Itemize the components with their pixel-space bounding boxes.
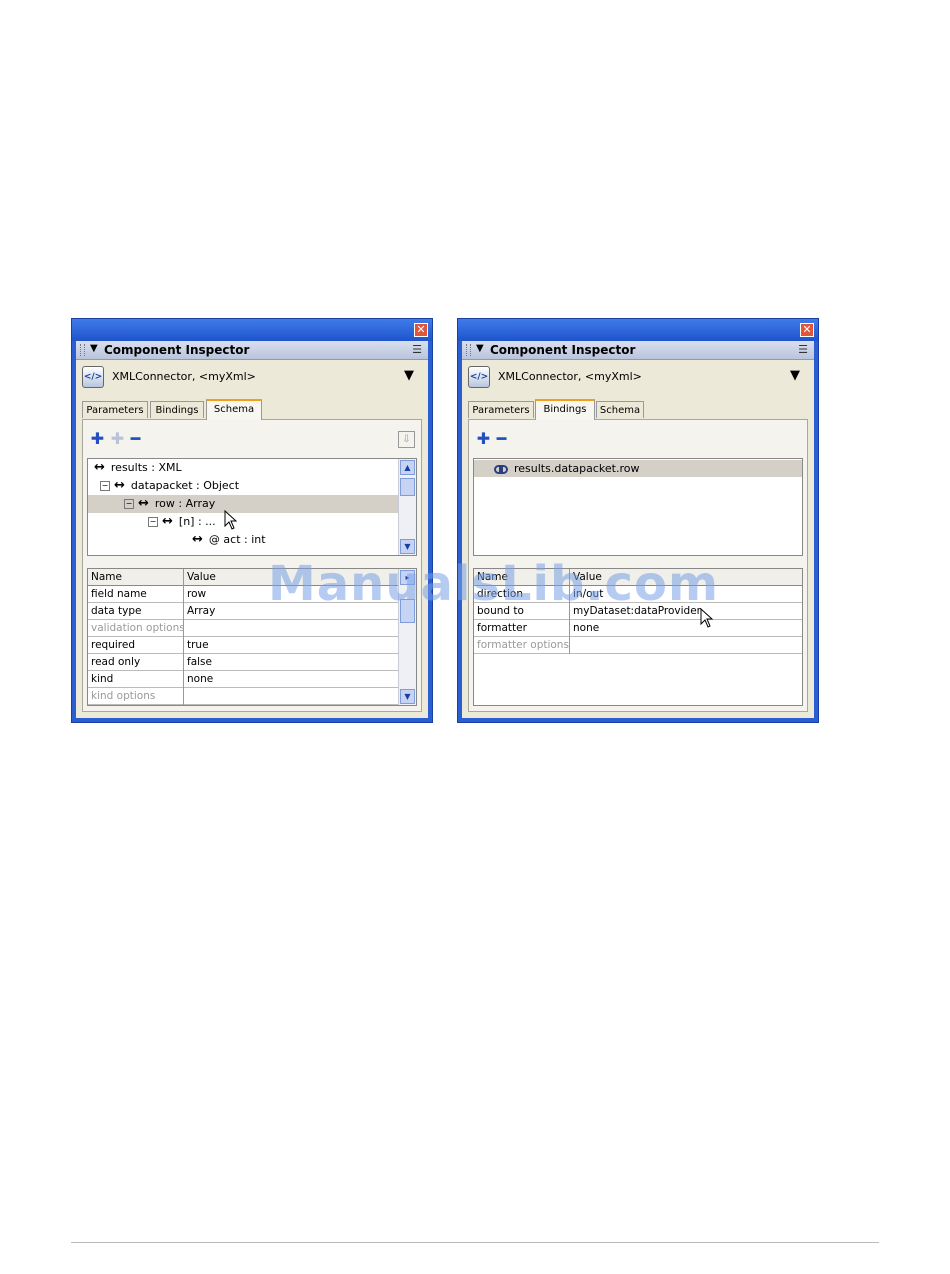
row-name: required: [88, 637, 184, 654]
bindings-list: results.datapacket.row: [473, 458, 803, 556]
xml-connector-icon: </>: [468, 366, 490, 388]
component-row: </> XMLConnector, <myXml> ▼: [76, 360, 428, 394]
tab-parameters[interactable]: Parameters: [468, 401, 534, 418]
tree-item-label: @ act : int: [208, 533, 266, 546]
tab-parameters[interactable]: Parameters: [82, 401, 148, 418]
table-row[interactable]: read only false: [88, 654, 399, 671]
remove-field-button[interactable]: ━: [127, 431, 144, 448]
tree-scrollbar[interactable]: ▲ ▼: [398, 459, 416, 555]
close-icon[interactable]: ✕: [800, 323, 814, 337]
binding-link-icon: [494, 464, 508, 474]
add-child-field-button[interactable]: ✚: [109, 431, 126, 448]
row-value[interactable]: [184, 688, 399, 705]
tab-bindings[interactable]: Bindings: [150, 401, 204, 418]
window-titlebar[interactable]: ✕: [458, 319, 818, 341]
row-name: data type: [88, 603, 184, 620]
row-value[interactable]: [184, 620, 399, 637]
panel-options-menu-icon[interactable]: ☰: [798, 343, 808, 356]
scroll-up-icon[interactable]: ▲: [400, 460, 415, 475]
collapse-node-icon[interactable]: −: [148, 517, 158, 527]
panel-options-menu-icon[interactable]: ☰: [412, 343, 422, 356]
tree-item-label: row : Array: [154, 497, 216, 510]
row-value[interactable]: true: [184, 637, 399, 654]
grip-handle-icon[interactable]: [466, 344, 471, 356]
collapse-arrow-icon[interactable]: ▼: [476, 343, 484, 354]
row-name: formatter options: [474, 637, 570, 654]
table-row[interactable]: validation options: [88, 620, 399, 637]
tab-schema[interactable]: Schema: [206, 399, 262, 420]
close-icon[interactable]: ✕: [414, 323, 428, 337]
collapse-node-icon[interactable]: −: [124, 499, 134, 509]
column-header-name[interactable]: Name: [88, 569, 184, 586]
schema-tree: ↔ results : XML − ↔ datapacket : Object − ↔ r…: [87, 458, 417, 556]
window-titlebar[interactable]: ✕: [72, 319, 432, 341]
add-field-button[interactable]: ✚: [89, 431, 106, 448]
import-schema-icon[interactable]: ⇩: [398, 431, 415, 448]
footer-divider: [71, 1242, 879, 1243]
row-value[interactable]: none: [570, 620, 802, 637]
component-inspector-panel: ▼ Component Inspector ☰ </> XMLConnector…: [462, 341, 814, 718]
panel-header[interactable]: ▼ Component Inspector ☰: [76, 341, 428, 360]
xml-connector-icon: </>: [82, 366, 104, 388]
tree-item[interactable]: − ↔ [n] : ...: [148, 513, 216, 531]
tree-item[interactable]: ↔ @ act : int: [192, 531, 266, 549]
component-inspector-panel: ▼ Component Inspector ☰ </> XMLConnector…: [76, 341, 428, 718]
row-name: kind options: [88, 688, 184, 705]
collapse-arrow-icon[interactable]: ▼: [90, 343, 98, 354]
row-name: validation options: [88, 620, 184, 637]
tree-item-selected[interactable]: − ↔ row : Array: [88, 495, 398, 513]
grip-handle-icon[interactable]: [80, 344, 85, 356]
component-inspector-window-left: ✕ ▼ Component Inspector ☰ </> XMLConnect…: [71, 318, 433, 723]
row-name: formatter: [474, 620, 570, 637]
component-dropdown-icon[interactable]: ▼: [790, 368, 800, 383]
row-name: read only: [88, 654, 184, 671]
bidirectional-arrow-icon: ↔: [192, 532, 203, 547]
bidirectional-arrow-icon: ↔: [114, 478, 125, 493]
add-binding-button[interactable]: ✚: [475, 431, 492, 448]
tree-item-label: datapacket : Object: [130, 479, 240, 492]
table-row[interactable]: formatter options: [474, 637, 802, 654]
tab-bindings[interactable]: Bindings: [535, 399, 595, 420]
component-dropdown-icon[interactable]: ▼: [404, 368, 414, 383]
remove-binding-button[interactable]: ━: [493, 431, 510, 448]
tree-item-label: [n] : ...: [178, 515, 216, 528]
panel-title: Component Inspector: [104, 343, 250, 357]
bidirectional-arrow-icon: ↔: [94, 460, 105, 475]
bidirectional-arrow-icon: ↔: [162, 514, 173, 529]
watermark: ManualsLib.com: [268, 556, 719, 612]
row-value[interactable]: false: [184, 654, 399, 671]
tree-item[interactable]: − ↔ datapacket : Object: [100, 477, 239, 495]
scroll-down-icon[interactable]: ▼: [400, 539, 415, 554]
tree-item[interactable]: ↔ results : XML: [94, 459, 182, 477]
collapse-node-icon[interactable]: −: [100, 481, 110, 491]
binding-label: results.datapacket.row: [514, 462, 640, 475]
table-row[interactable]: formatter none: [474, 620, 802, 637]
table-row[interactable]: kind none: [88, 671, 399, 688]
scroll-thumb[interactable]: [400, 478, 415, 496]
row-name: kind: [88, 671, 184, 688]
list-item[interactable]: results.datapacket.row: [474, 460, 802, 477]
row-value[interactable]: none: [184, 671, 399, 688]
component-name: XMLConnector, <myXml>: [498, 370, 642, 383]
panel-header[interactable]: ▼ Component Inspector ☰: [462, 341, 814, 360]
component-name: XMLConnector, <myXml>: [112, 370, 256, 383]
scroll-down-icon[interactable]: ▼: [400, 689, 415, 704]
component-inspector-window-right: ✕ ▼ Component Inspector ☰ </> XMLConnect…: [457, 318, 819, 723]
bidirectional-arrow-icon: ↔: [138, 496, 149, 511]
component-row: </> XMLConnector, <myXml> ▼: [462, 360, 814, 394]
tab-schema[interactable]: Schema: [596, 401, 644, 418]
panel-title: Component Inspector: [490, 343, 636, 357]
table-row[interactable]: required true: [88, 637, 399, 654]
tree-item-label: results : XML: [110, 461, 182, 474]
row-value[interactable]: [570, 637, 802, 654]
table-row[interactable]: kind options: [88, 688, 399, 705]
row-name: field name: [88, 586, 184, 603]
